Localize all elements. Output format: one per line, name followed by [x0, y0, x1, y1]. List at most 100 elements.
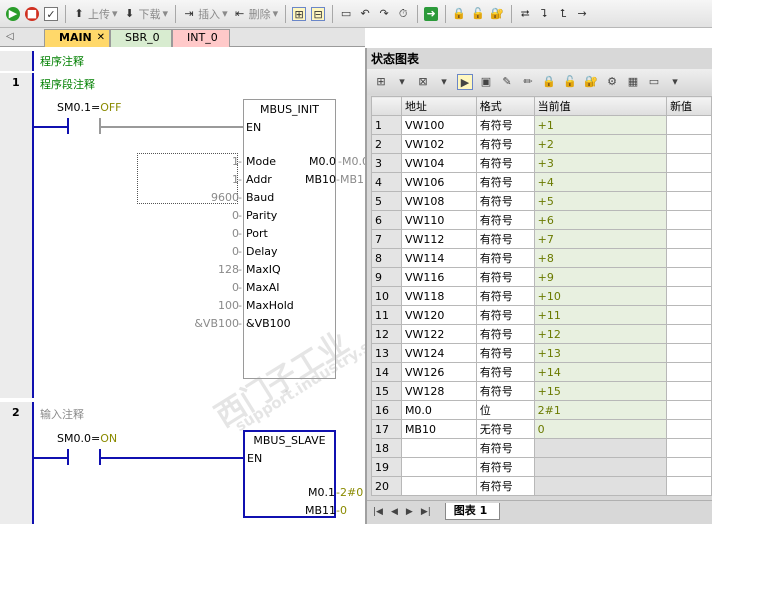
- input-pin-value[interactable]: 9600: [211, 191, 239, 204]
- insert-button[interactable]: ⇥ 插入 ▾: [180, 4, 230, 24]
- current-value-cell[interactable]: +9: [533, 267, 668, 287]
- ladder-branch-button[interactable]: ⮂: [516, 4, 534, 24]
- current-value-cell[interactable]: +12: [533, 324, 668, 344]
- current-value-cell[interactable]: +11: [533, 305, 668, 325]
- address-cell[interactable]: [400, 438, 477, 458]
- address-cell[interactable]: VW126: [400, 362, 477, 382]
- format-cell[interactable]: 有符号: [475, 153, 535, 173]
- format-cell[interactable]: 有符号: [475, 305, 535, 325]
- first-sheet-icon[interactable]: |◀: [373, 507, 383, 517]
- output-pin-value[interactable]: -M0.0: [338, 155, 365, 168]
- format-cell[interactable]: 有符号: [475, 343, 535, 363]
- current-value-cell[interactable]: +15: [533, 381, 668, 401]
- address-cell[interactable]: VW100: [400, 115, 477, 135]
- table-row[interactable]: 5 VW108 有符号 +5: [371, 191, 712, 211]
- add-row-icon[interactable]: ⊞: [373, 74, 389, 90]
- current-value-cell[interactable]: +6: [533, 210, 668, 230]
- current-value-cell[interactable]: +8: [533, 248, 668, 268]
- last-sheet-icon[interactable]: ▶|: [421, 507, 431, 517]
- output-pin-value[interactable]: -2#0: [336, 486, 363, 499]
- format-cell[interactable]: 有符号: [475, 476, 535, 496]
- input-pin-value[interactable]: 100: [218, 299, 239, 312]
- current-value-cell[interactable]: +2: [533, 134, 668, 154]
- address-cell[interactable]: VW116: [400, 267, 477, 287]
- new-value-cell[interactable]: [666, 172, 712, 192]
- trend-icon[interactable]: ▦: [625, 74, 641, 90]
- format-cell[interactable]: 有符号: [475, 324, 535, 344]
- format-cell[interactable]: 位: [475, 400, 535, 420]
- address-cell[interactable]: VW102: [400, 134, 477, 154]
- write-all-icon[interactable]: ✎: [499, 74, 515, 90]
- table-row[interactable]: 14 VW126 有符号 +14: [371, 362, 712, 382]
- ladder-right-button[interactable]: →: [573, 4, 591, 24]
- delete-row-icon[interactable]: ⊠: [415, 74, 431, 90]
- compile-button[interactable]: ✓: [42, 4, 60, 24]
- output-pin-value[interactable]: -MB1: [336, 173, 364, 186]
- chevron-down-icon[interactable]: ▾: [436, 74, 452, 90]
- address-cell[interactable]: VW128: [400, 381, 477, 401]
- table-row[interactable]: 2 VW102 有符号 +2: [371, 134, 712, 154]
- table-row[interactable]: 13 VW124 有符号 +13: [371, 343, 712, 363]
- delete-button[interactable]: ⇤ 删除 ▾: [231, 4, 281, 24]
- ladder-up-button[interactable]: ⮤: [554, 4, 572, 24]
- stop-button[interactable]: ■: [23, 4, 41, 24]
- tab-sbr-0[interactable]: SBR_0: [110, 29, 172, 47]
- new-value-cell[interactable]: [666, 248, 712, 268]
- table-row[interactable]: 9 VW116 有符号 +9: [371, 267, 712, 287]
- address-cell[interactable]: VW112: [400, 229, 477, 249]
- program-comment[interactable]: 程序注释: [40, 53, 84, 69]
- format-cell[interactable]: 有符号: [475, 286, 535, 306]
- address-cell[interactable]: VW124: [400, 343, 477, 363]
- new-value-cell[interactable]: [666, 134, 712, 154]
- table-row[interactable]: 16 M0.0 位 2#1: [371, 400, 712, 420]
- address-cell[interactable]: VW122: [400, 324, 477, 344]
- table-row[interactable]: 12 VW122 有符号 +12: [371, 324, 712, 344]
- input-pin-value[interactable]: &VB100: [194, 317, 239, 330]
- table-row[interactable]: 1 VW100 有符号 +1: [371, 115, 712, 135]
- table-row[interactable]: 15 VW128 有符号 +15: [371, 381, 712, 401]
- program-status-button[interactable]: ⊞: [290, 4, 308, 24]
- table-row[interactable]: 4 VW106 有符号 +4: [371, 172, 712, 192]
- read-force-button[interactable]: 🔐: [488, 4, 506, 24]
- format-cell[interactable]: 无符号: [475, 419, 535, 439]
- current-value-cell[interactable]: [533, 476, 668, 496]
- address-cell[interactable]: MB10: [400, 419, 477, 439]
- status-pause-button[interactable]: ⊟: [309, 4, 327, 24]
- new-value-cell[interactable]: [666, 362, 712, 382]
- format-cell[interactable]: 有符号: [475, 267, 535, 287]
- ladder-down-button[interactable]: ⮧: [535, 4, 553, 24]
- toolbar-button-d[interactable]: ⏱: [394, 4, 412, 24]
- input-pin-value[interactable]: 128: [218, 263, 239, 276]
- unlock-icon[interactable]: 🔓: [562, 74, 578, 90]
- read-force-icon[interactable]: ⚙: [604, 74, 620, 90]
- current-value-cell[interactable]: 0: [533, 419, 668, 439]
- lock-icon[interactable]: 🔒: [541, 74, 557, 90]
- new-value-cell[interactable]: [666, 438, 712, 458]
- download-button[interactable]: ⬇ 下载 ▾: [121, 4, 171, 24]
- network-comment[interactable]: 程序段注释: [40, 76, 95, 92]
- new-value-cell[interactable]: [666, 286, 712, 306]
- new-value-cell[interactable]: [666, 343, 712, 363]
- format-cell[interactable]: 有符号: [475, 191, 535, 211]
- table-row[interactable]: 10 VW118 有符号 +10: [371, 286, 712, 306]
- unforce-button[interactable]: 🔓: [469, 4, 487, 24]
- new-value-cell[interactable]: [666, 210, 712, 230]
- table-row[interactable]: 7 VW112 有符号 +7: [371, 229, 712, 249]
- table-row[interactable]: 6 VW110 有符号 +6: [371, 210, 712, 230]
- address-cell[interactable]: VW110: [400, 210, 477, 230]
- new-value-cell[interactable]: [666, 476, 712, 496]
- current-value-cell[interactable]: +10: [533, 286, 668, 306]
- new-value-cell[interactable]: [666, 400, 712, 420]
- run-button[interactable]: ▶: [4, 4, 22, 24]
- table-row[interactable]: 20 有符号: [371, 476, 712, 496]
- format-cell[interactable]: 有符号: [475, 362, 535, 382]
- current-value-cell[interactable]: +14: [533, 362, 668, 382]
- new-value-cell[interactable]: [666, 381, 712, 401]
- next-sheet-icon[interactable]: ▶: [406, 507, 413, 517]
- force-button[interactable]: 🔒: [450, 4, 468, 24]
- column-header-new-value[interactable]: 新值: [666, 96, 712, 116]
- current-value-cell[interactable]: +1: [533, 115, 668, 135]
- toolbar-button-b[interactable]: ↶: [356, 4, 374, 24]
- column-header-address[interactable]: 地址: [400, 96, 477, 116]
- table-row[interactable]: 18 有符号: [371, 438, 712, 458]
